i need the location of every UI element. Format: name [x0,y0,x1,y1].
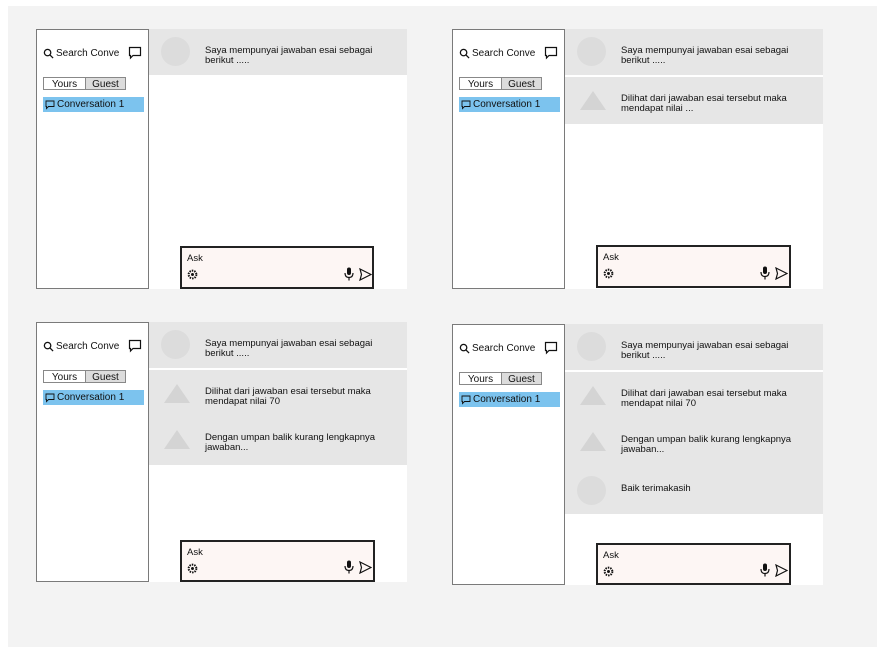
conversation-item[interactable]: Conversation 1 [459,392,560,407]
conversation-item[interactable]: Conversation 1 [459,97,560,112]
tab-guest[interactable]: Guest [86,77,126,90]
chat-area: Saya mempunyai jawaban esai sebagai beri… [565,29,823,289]
conversation-label: Conversation 1 [473,99,541,110]
gear-icon[interactable] [603,566,614,577]
tab-yours[interactable]: Yours [459,77,502,90]
search-input[interactable]: Search Conve [459,339,535,357]
sidebar: Search Conve Yours Guest Conversation 1 [452,324,565,585]
chat-bubble-icon [45,393,55,403]
chat-area: Saya mempunyai jawaban esai sebagai beri… [149,29,407,289]
tab-bar: Yours Guest [43,370,126,383]
chat-bubble-icon[interactable] [128,46,142,60]
search-icon [43,341,54,352]
ask-input[interactable]: Ask [180,540,375,582]
message-text: Baik terimakasih [621,483,691,494]
send-icon[interactable] [775,267,788,280]
gear-icon[interactable] [187,563,198,574]
microphone-icon[interactable] [344,267,354,281]
avatar [577,476,606,505]
search-input[interactable]: Search Conve [43,337,119,355]
chat-bubble-icon [45,100,55,110]
tab-yours[interactable]: Yours [43,370,86,383]
search-placeholder: Search Conve [472,47,536,59]
message-text: Saya mempunyai jawaban esai sebagai beri… [205,45,373,66]
tab-guest[interactable]: Guest [502,372,542,385]
send-icon[interactable] [359,268,372,281]
search-input[interactable]: Search Conve [459,44,535,62]
message-bubble: Dilihat dari jawaban esai tersebut maka … [565,372,823,514]
ask-input[interactable]: Ask [596,543,791,585]
sidebar: Search Conve Yours Guest Conversation 1 [452,29,565,289]
message-bubble: Saya mempunyai jawaban esai sebagai beri… [149,322,407,368]
gear-icon[interactable] [187,269,198,280]
ask-label: Ask [603,252,619,263]
tab-bar: Yours Guest [43,77,126,90]
search-placeholder: Search Conve [56,340,120,352]
conversation-label: Conversation 1 [57,99,125,110]
ask-label: Ask [603,550,619,561]
search-icon [43,48,54,59]
message-text: Saya mempunyai jawaban esai sebagai beri… [621,45,789,66]
message-text: Dengan umpan balik kurang lengkapnya jaw… [621,434,792,455]
chat-bubble-icon[interactable] [544,341,558,355]
message-text: Saya mempunyai jawaban esai sebagai beri… [205,338,373,359]
ask-input[interactable]: Ask [180,246,374,289]
chat-bubble-icon[interactable] [544,46,558,60]
microphone-icon[interactable] [344,560,354,574]
search-input[interactable]: Search Conve [43,44,119,62]
chat-area: Saya mempunyai jawaban esai sebagai beri… [149,322,407,582]
ask-label: Ask [187,253,203,264]
avatar [580,386,606,405]
tab-guest[interactable]: Guest [502,77,542,90]
avatar [577,332,606,361]
tab-yours[interactable]: Yours [459,372,502,385]
conversation-item[interactable]: Conversation 1 [43,97,144,112]
search-icon [459,343,470,354]
search-placeholder: Search Conve [56,47,120,59]
ask-label: Ask [187,547,203,558]
message-text: Saya mempunyai jawaban esai sebagai beri… [621,340,789,361]
tab-bar: Yours Guest [459,77,542,90]
message-bubble: Dilihat dari jawaban esai tersebut maka … [565,77,823,124]
chat-bubble-icon [461,395,471,405]
message-text: Dengan umpan balik kurang lengkapnya jaw… [205,432,376,453]
conversation-label: Conversation 1 [57,392,125,403]
gear-icon[interactable] [603,268,614,279]
message-text: Dilihat dari jawaban esai tersebut maka … [205,386,371,407]
avatar [164,384,190,403]
tab-guest[interactable]: Guest [86,370,126,383]
sidebar: Search Conve Yours Guest Conversation 1 [36,322,149,582]
sidebar: Search Conve Yours Guest Conversation 1 [36,29,149,289]
avatar [577,37,606,66]
avatar [161,37,190,66]
tab-bar: Yours Guest [459,372,542,385]
avatar [580,432,606,451]
microphone-icon[interactable] [760,563,770,577]
tab-yours[interactable]: Yours [43,77,86,90]
send-icon[interactable] [359,561,372,574]
message-bubble: Saya mempunyai jawaban esai sebagai beri… [149,29,407,75]
avatar [164,430,190,449]
send-icon[interactable] [775,564,788,577]
ask-input[interactable]: Ask [596,245,791,288]
message-bubble: Saya mempunyai jawaban esai sebagai beri… [565,324,823,370]
avatar [161,330,190,359]
chat-bubble-icon[interactable] [128,339,142,353]
chat-area: Saya mempunyai jawaban esai sebagai beri… [565,324,823,585]
chat-bubble-icon [461,100,471,110]
message-bubble: Dilihat dari jawaban esai tersebut maka … [149,370,407,465]
search-placeholder: Search Conve [472,342,536,354]
conversation-label: Conversation 1 [473,394,541,405]
message-text: Dilihat dari jawaban esai tersebut maka … [621,93,787,114]
microphone-icon[interactable] [760,266,770,280]
message-text: Dilihat dari jawaban esai tersebut maka … [621,388,787,409]
search-icon [459,48,470,59]
conversation-item[interactable]: Conversation 1 [43,390,144,405]
message-bubble: Saya mempunyai jawaban esai sebagai beri… [565,29,823,75]
avatar [580,91,606,110]
